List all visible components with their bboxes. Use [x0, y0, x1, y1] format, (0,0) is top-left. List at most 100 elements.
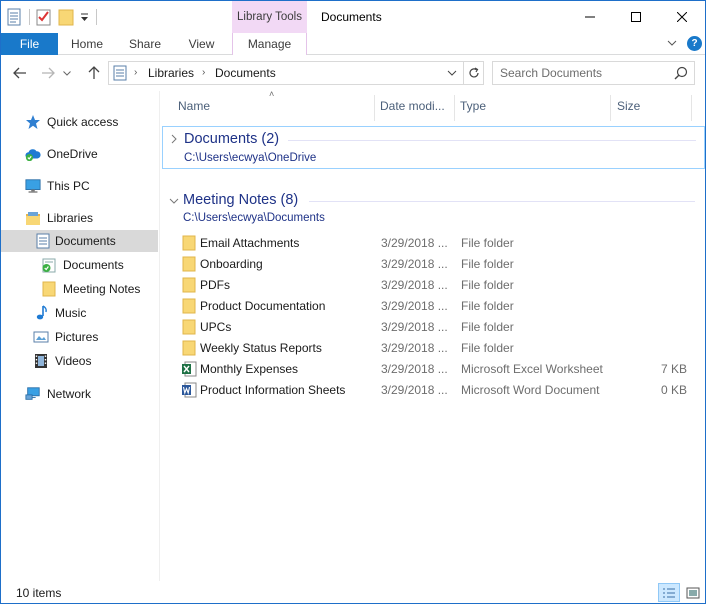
file-row[interactable]: Monthly Expenses 3/29/2018 ... Microsoft… [177, 358, 697, 379]
chevron-down-icon [447, 70, 457, 76]
file-row[interactable]: Email Attachments 3/29/2018 ... File fol… [177, 232, 697, 253]
nav-item-videos[interactable]: Videos [1, 350, 158, 372]
file-row[interactable]: Onboarding 3/29/2018 ... File folder [177, 253, 697, 274]
nav-item-documents-onedrive[interactable]: Documents [1, 254, 158, 276]
address-dropdown-button[interactable] [445, 65, 459, 81]
nav-item-network[interactable]: Network [1, 383, 158, 405]
videos-icon [33, 353, 49, 369]
nav-item-music[interactable]: Music [1, 302, 158, 324]
group-header-meeting-notes[interactable]: Meeting Notes (8) C:\Users\ecwya\Documen… [162, 190, 705, 228]
file-type: File folder [461, 278, 514, 292]
details-view-button[interactable] [658, 583, 680, 602]
column-header-type[interactable]: Type [460, 91, 610, 121]
nav-item-quick-access[interactable]: Quick access [1, 111, 158, 133]
folder-icon [181, 256, 197, 272]
address-bar[interactable]: › Libraries › Documents [108, 61, 464, 85]
tab-file[interactable]: File [1, 33, 58, 55]
file-date: 3/29/2018 ... [381, 362, 448, 376]
forward-button[interactable] [39, 64, 57, 82]
item-count: 10 items [16, 586, 62, 600]
title-bar: Library Tools Documents [1, 1, 705, 33]
file-name: Weekly Status Reports [200, 341, 322, 355]
tab-manage[interactable]: Manage [232, 33, 307, 55]
ribbon-tab-bar: File Home Share View Manage ? [1, 33, 705, 55]
tab-view[interactable]: View [174, 33, 229, 55]
file-row[interactable]: UPCs 3/29/2018 ... File folder [177, 316, 697, 337]
group-header-documents[interactable]: Documents (2) C:\Users\ecwya\OneDrive [162, 126, 705, 169]
file-row[interactable]: Weekly Status Reports 3/29/2018 ... File… [177, 337, 697, 358]
large-icons-view-button[interactable] [682, 583, 704, 602]
navigation-bar: › Libraries › Documents [1, 56, 705, 90]
minimize-icon [585, 16, 595, 18]
column-header-date[interactable]: Date modi... [380, 91, 454, 121]
large-icons-view-icon [686, 587, 700, 598]
nav-item-meeting-notes[interactable]: Meeting Notes [1, 278, 158, 300]
network-icon [25, 386, 41, 402]
column-header-date-label: Date modi... [380, 99, 445, 113]
nav-item-libraries[interactable]: Libraries [1, 207, 158, 229]
close-button[interactable] [659, 1, 705, 33]
excel-icon [181, 361, 197, 377]
refresh-button[interactable] [464, 61, 484, 85]
column-header-name[interactable]: Name [178, 91, 374, 121]
file-date: 3/29/2018 ... [381, 383, 448, 397]
breadcrumb-libraries[interactable]: Libraries [148, 66, 194, 80]
file-date: 3/29/2018 ... [381, 257, 448, 271]
file-type: File folder [461, 299, 514, 313]
minimize-button[interactable] [567, 1, 613, 33]
column-header-type-label: Type [460, 99, 487, 113]
checklist-icon[interactable] [36, 8, 52, 26]
folder-icon [41, 281, 57, 297]
file-name: UPCs [200, 320, 232, 334]
expand-ribbon-button[interactable] [665, 36, 679, 50]
file-type: File folder [461, 320, 514, 334]
document-library-icon [35, 233, 51, 249]
chevron-right-icon[interactable] [168, 133, 180, 145]
nav-item-label: Pictures [55, 330, 99, 344]
up-button[interactable] [85, 64, 103, 82]
column-divider[interactable] [691, 95, 692, 121]
maximize-button[interactable] [613, 1, 659, 33]
breadcrumb-separator-icon[interactable]: › [134, 67, 137, 78]
column-header-size-label: Size [617, 99, 641, 113]
properties-icon[interactable] [7, 8, 23, 26]
chevron-down-icon[interactable] [168, 195, 180, 207]
breadcrumb-documents[interactable]: Documents [215, 66, 276, 80]
back-button[interactable] [11, 64, 29, 82]
file-row[interactable]: PDFs 3/29/2018 ... File folder [177, 274, 697, 295]
refresh-icon [468, 67, 479, 78]
column-divider[interactable] [610, 95, 611, 121]
arrow-left-icon [13, 67, 26, 79]
nav-item-label: Libraries [47, 211, 94, 225]
nav-item-documents-library[interactable]: Documents [1, 230, 158, 252]
nav-item-this-pc[interactable]: This PC [1, 175, 158, 197]
navigation-pane: Quick access OneDrive This PC Libraries … [1, 91, 160, 581]
file-row[interactable]: Product Information Sheets 3/29/2018 ...… [177, 379, 697, 400]
file-date: 3/29/2018 ... [381, 236, 448, 250]
column-header-size[interactable]: Size [617, 91, 691, 121]
file-size: 7 KB [660, 362, 687, 376]
nav-item-label: Music [55, 306, 87, 320]
customize-qat-icon[interactable] [80, 8, 90, 26]
file-date: 3/29/2018 ... [381, 278, 448, 292]
nav-item-pictures[interactable]: Pictures [1, 326, 158, 348]
quick-access-toolbar [7, 7, 97, 27]
search-icon[interactable] [674, 66, 688, 83]
search-input[interactable] [493, 62, 673, 84]
group-title: Documents (2) [184, 131, 280, 147]
breadcrumb-separator-icon[interactable]: › [202, 67, 205, 78]
search-box[interactable] [492, 61, 695, 85]
column-divider[interactable] [374, 95, 375, 121]
tab-share[interactable]: Share [116, 33, 174, 55]
recent-locations-button[interactable] [61, 64, 73, 82]
folder-icon [181, 319, 197, 335]
nav-item-onedrive[interactable]: OneDrive [1, 143, 158, 165]
file-type: Microsoft Excel Worksheet [461, 362, 603, 376]
file-row[interactable]: Product Documentation 3/29/2018 ... File… [177, 295, 697, 316]
new-folder-icon[interactable] [58, 8, 74, 26]
tab-home[interactable]: Home [58, 33, 116, 55]
file-date: 3/29/2018 ... [381, 320, 448, 334]
column-divider[interactable] [454, 95, 455, 121]
libraries-icon [25, 210, 41, 226]
help-button[interactable]: ? [687, 36, 702, 51]
